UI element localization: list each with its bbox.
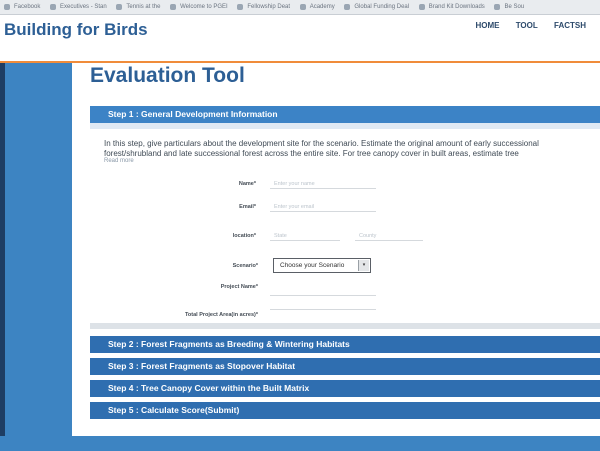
- bookmarks-bar: Facebook Executives - Stan Tennis at the…: [0, 0, 600, 15]
- nav-tool-link[interactable]: TOOL: [516, 21, 538, 30]
- scenario-label: Scenario*: [232, 263, 258, 269]
- location-label: location*: [232, 233, 256, 239]
- scenario-select[interactable]: Choose your Scenario ▾: [273, 258, 371, 273]
- step-1-header[interactable]: Step 1 : General Development Information: [90, 106, 600, 123]
- total-area-label: Total Project Area(in acres)*: [184, 312, 258, 318]
- step-5-header[interactable]: Step 5 : Calculate Score(Submit): [90, 402, 600, 419]
- site-title[interactable]: Building for Birds: [4, 20, 148, 40]
- bookmark-item[interactable]: Fellowship Deat: [247, 4, 290, 10]
- top-navigation: HOME TOOL FACTSH: [475, 21, 600, 30]
- bookmark-item[interactable]: Be Sou: [504, 4, 524, 10]
- step-1-divider: [90, 123, 600, 129]
- email-label: Email*: [239, 204, 256, 210]
- name-label: Name*: [238, 181, 256, 187]
- bookmark-icon: [237, 4, 244, 10]
- bookmark-icon: [116, 4, 123, 10]
- bookmark-icon: [494, 4, 501, 10]
- nav-home-link[interactable]: HOME: [475, 21, 499, 30]
- bookmark-icon: [299, 4, 306, 10]
- project-name-label: Project Name*: [220, 284, 258, 290]
- read-more-link[interactable]: Read more: [104, 158, 134, 164]
- bookmark-icon: [344, 4, 351, 10]
- chevron-down-icon[interactable]: ▾: [358, 260, 369, 271]
- bottom-background-band: [0, 436, 600, 451]
- county-input[interactable]: County: [355, 231, 423, 241]
- page-title: Evaluation Tool: [90, 64, 245, 87]
- bookmark-item[interactable]: Welcome to PGEI: [180, 4, 228, 10]
- bookmark-item[interactable]: Global Funding Deal: [354, 4, 409, 10]
- bookmark-item[interactable]: Tennis at the: [126, 4, 160, 10]
- bookmark-icon: [4, 4, 10, 10]
- step-2-header[interactable]: Step 2 : Forest Fragments as Breeding & …: [90, 336, 600, 353]
- project-name-input[interactable]: [270, 286, 376, 296]
- email-input[interactable]: Enter your email: [270, 202, 376, 212]
- nav-factsheet-link[interactable]: FACTSH: [554, 21, 586, 30]
- bookmark-icon: [170, 4, 177, 10]
- left-background-band: [0, 63, 72, 451]
- horizontal-scrollbar[interactable]: [90, 323, 600, 329]
- total-area-input[interactable]: [270, 300, 376, 310]
- state-input[interactable]: State: [270, 231, 340, 241]
- step-1-intro: In this step, give particulars about the…: [104, 139, 539, 158]
- bookmark-icon: [418, 4, 425, 10]
- name-input[interactable]: Enter your name: [270, 179, 376, 189]
- bookmark-item[interactable]: Executives - Stan: [60, 4, 107, 10]
- bookmark-icon: [50, 4, 57, 10]
- bookmark-item[interactable]: Academy: [310, 4, 335, 10]
- step-4-header[interactable]: Step 4 : Tree Canopy Cover within the Bu…: [90, 380, 600, 397]
- bookmark-item[interactable]: Facebook: [14, 4, 40, 10]
- scenario-select-value: Choose your Scenario: [280, 262, 345, 269]
- bookmark-item[interactable]: Brand Kit Downloads: [429, 4, 485, 10]
- step-3-header[interactable]: Step 3 : Forest Fragments as Stopover Ha…: [90, 358, 600, 375]
